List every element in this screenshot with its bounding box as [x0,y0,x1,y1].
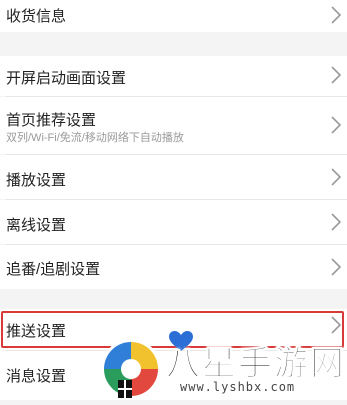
chevron-right-icon [329,256,343,278]
settings-item-offline[interactable]: 离线设置 [0,200,347,244]
chevron-right-icon [329,211,343,233]
settings-item-label: 收货信息 [6,8,67,25]
settings-item-description: 双列/Wi-Fi/免流/移动网络下自动播放 [6,132,184,144]
settings-item-label: 播放设置 [6,172,67,189]
settings-item-label: 消息设置 [6,368,67,385]
settings-item-shipping-info[interactable]: 收货信息 [0,0,347,32]
settings-item-label: 追番/追剧设置 [6,261,101,278]
settings-item-home-recommend[interactable]: 首页推荐设置 双列/Wi-Fi/免流/移动网络下自动播放 [0,97,347,154]
watermark-logo [98,336,164,400]
settings-item-follow[interactable]: 追番/追剧设置 [0,245,347,289]
chevron-right-icon [329,4,343,26]
chevron-right-icon [329,64,343,86]
settings-item-label: 离线设置 [6,217,67,234]
settings-screen: 收货信息 开屏启动画面设置 首页推荐设置 双列/Wi-Fi/免流/移动网络下自动… [0,0,347,400]
settings-item-label: 开屏启动画面设置 [6,70,127,87]
settings-item-splash-screen[interactable]: 开屏启动画面设置 [0,56,347,96]
chevron-right-icon [329,166,343,188]
watermark-brand: 八星手游网 [166,344,346,385]
settings-item-label: 首页推荐设置 [6,112,97,129]
watermark-url: www.lyshbx.com [180,380,296,394]
chevron-right-icon [329,114,343,136]
settings-item-playback[interactable]: 播放设置 [0,155,347,199]
